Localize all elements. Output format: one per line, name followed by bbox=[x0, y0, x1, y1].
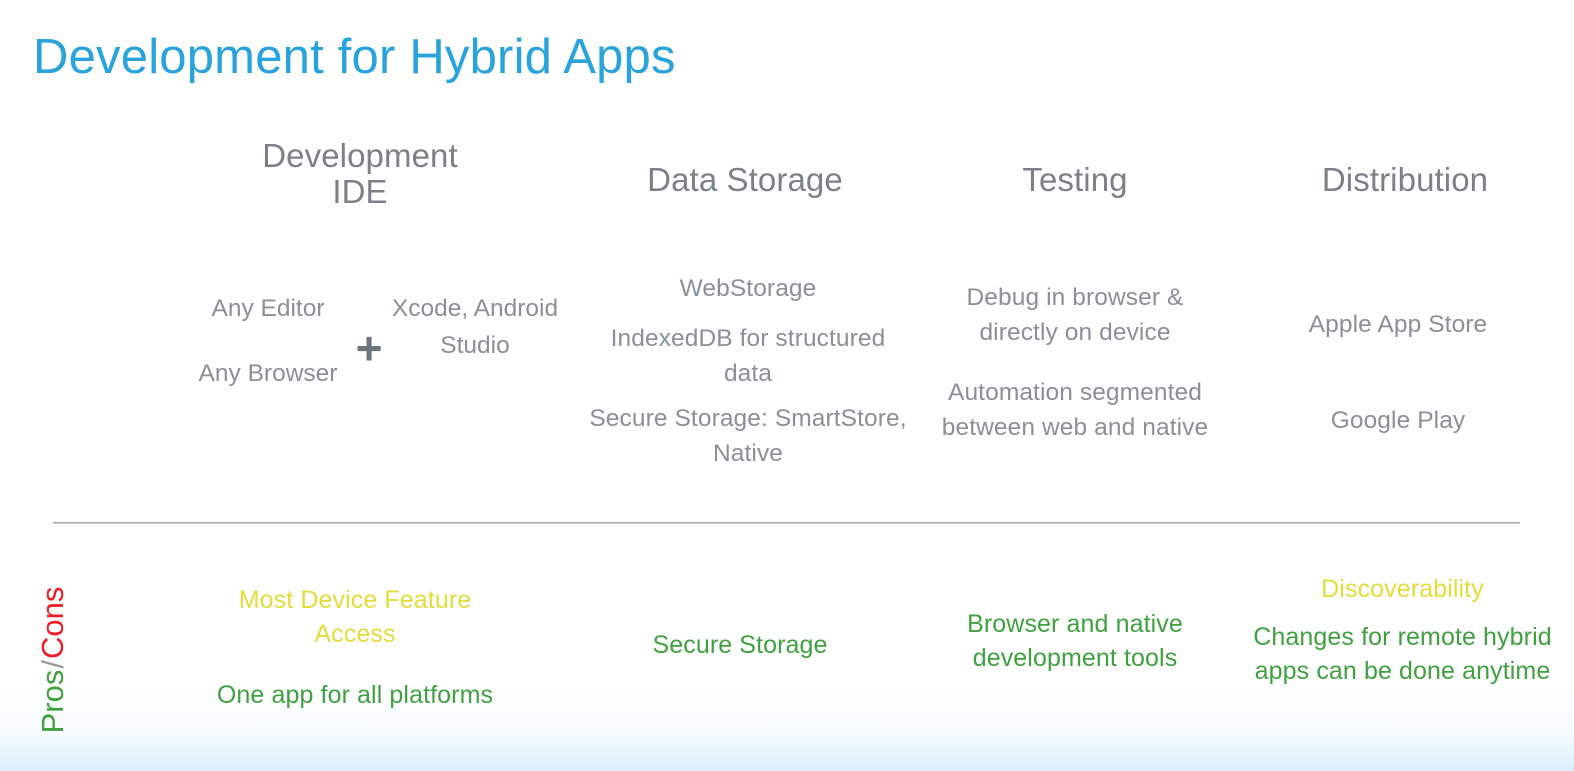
distribution-item-apple-app-store: Apple App Store bbox=[1308, 311, 1488, 338]
section-divider bbox=[53, 522, 1520, 524]
pros-label: Pros bbox=[35, 669, 70, 734]
pros-cons-axis-label: Pros/Cons bbox=[33, 560, 73, 760]
page-title: Development for Hybrid Apps bbox=[33, 30, 676, 84]
pros-cons-separator: / bbox=[35, 660, 70, 669]
plus-icon: + bbox=[355, 322, 383, 374]
data-storage-item-webstorage: WebStorage bbox=[679, 275, 817, 302]
pros-cons-ide-pro: One app for all platforms bbox=[216, 681, 494, 709]
testing-item-automation: Automation segmented between web and nat… bbox=[941, 379, 1209, 441]
data-storage-item-secure-storage: Secure Storage: SmartStore, Native bbox=[589, 405, 907, 467]
column-header-development-ide-line1: Development bbox=[262, 137, 458, 174]
column-header-testing: Testing bbox=[1022, 161, 1128, 198]
ide-any-browser-label: Any Browser bbox=[198, 359, 338, 387]
pros-cons-ide-con: Most Device Feature Access bbox=[238, 586, 472, 648]
cons-label: Cons bbox=[35, 586, 70, 659]
ide-native-tools-label: Xcode, Android Studio bbox=[391, 295, 559, 360]
distribution-item-google-play: Google Play bbox=[1330, 407, 1466, 434]
pros-cons-distribution-pro: Changes for remote hybrid apps can be do… bbox=[1253, 623, 1552, 685]
pros-cons-storage-pro: Secure Storage bbox=[652, 631, 828, 659]
column-header-data-storage: Data Storage bbox=[647, 161, 843, 198]
development-ide-cell: Any Editor Any Browser + Xcode, Android … bbox=[168, 295, 559, 417]
slide-canvas: Development for Hybrid Apps Development … bbox=[0, 0, 1574, 771]
column-header-distribution: Distribution bbox=[1321, 161, 1489, 198]
testing-item-debug: Debug in browser & directly on device bbox=[966, 284, 1184, 346]
data-storage-item-indexeddb: IndexedDB for structured data bbox=[610, 325, 886, 387]
column-header-development-ide-line2: IDE bbox=[332, 172, 388, 210]
column-header-development-ide: Development IDE bbox=[200, 138, 520, 209]
pros-cons-testing-pro: Browser and native development tools bbox=[967, 610, 1183, 672]
ide-any-editor-label: Any Editor bbox=[211, 295, 325, 322]
ide-editors-group: Any Editor Any Browser bbox=[168, 295, 368, 387]
pros-cons-distribution-con: Discoverability bbox=[1321, 575, 1484, 603]
